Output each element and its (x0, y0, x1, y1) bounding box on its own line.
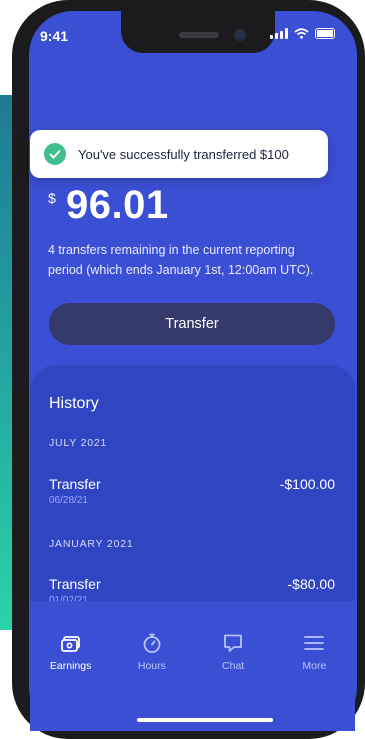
month-header: JANUARY 2021 (49, 538, 134, 550)
transfer-button[interactable]: Transfer (49, 303, 335, 345)
transaction-date: 06/28/21 (49, 495, 88, 506)
month-header: JULY 2021 (49, 437, 108, 449)
status-time: 9:41 (40, 28, 69, 44)
history-title: History (49, 395, 99, 412)
status-icons (270, 28, 335, 39)
transaction-amount: -$100.00 (279, 476, 335, 492)
chat-icon (224, 634, 243, 652)
success-toast[interactable]: You've successfully transferred $100 (30, 130, 328, 178)
toast-message: You've successfully transferred $100 (78, 146, 289, 162)
tab-hours[interactable]: Hours (117, 601, 187, 731)
tab-bar: Earnings Hours Chat More (30, 601, 355, 731)
camera (234, 29, 246, 41)
wifi-icon (294, 28, 309, 39)
tab-label: More (302, 660, 327, 672)
tab-label: Hours (137, 660, 166, 672)
transaction-label: Transfer (49, 476, 101, 492)
stopwatch-icon (143, 633, 161, 653)
transaction-amount: -$80.00 (287, 576, 335, 592)
menu-icon (304, 636, 325, 650)
tab-label: Chat (222, 660, 245, 672)
speaker (179, 32, 219, 38)
tab-earnings[interactable]: Earnings (36, 601, 106, 731)
tab-chat[interactable]: Chat (198, 601, 268, 731)
transfers-remaining-text: 4 transfers remaining in the current rep… (48, 243, 314, 277)
transaction-label: Transfer (49, 576, 101, 592)
earnings-icon (60, 636, 80, 652)
tab-label: Earnings (49, 660, 92, 672)
signal-icon (270, 28, 288, 39)
check-icon (44, 143, 66, 165)
balance-amount: 96.01 (66, 183, 169, 227)
home-indicator[interactable] (137, 718, 273, 722)
tab-more[interactable]: More (279, 601, 349, 731)
currency-symbol: $ (48, 190, 56, 206)
battery-icon (315, 28, 335, 39)
